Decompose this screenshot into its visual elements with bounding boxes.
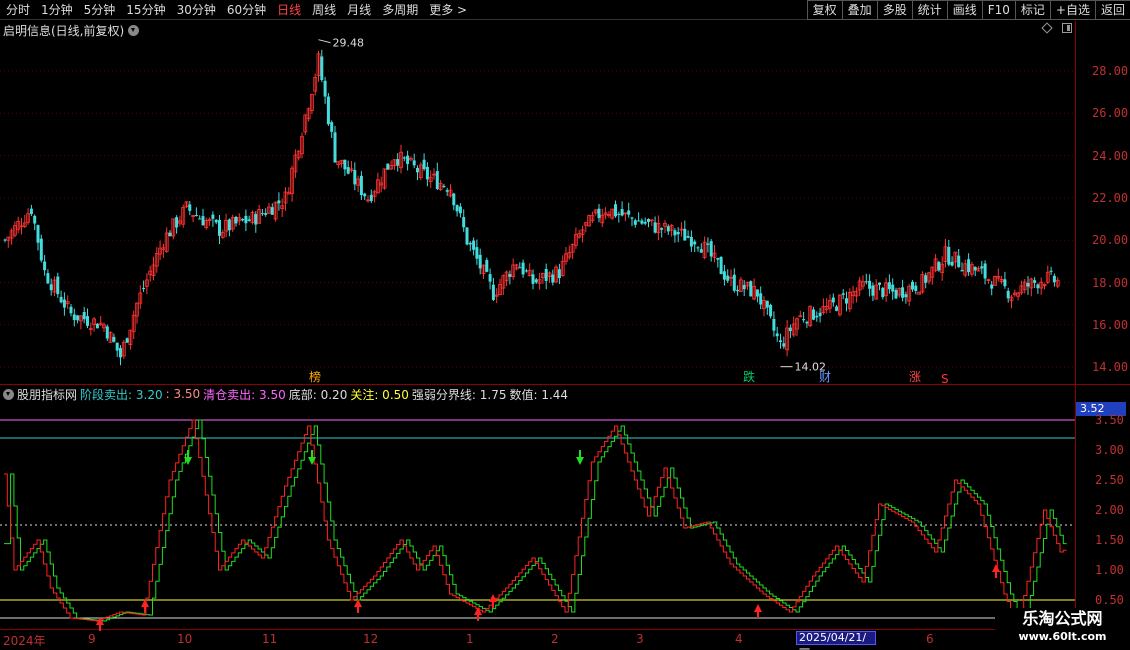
watermark-url: www.60lt.com: [1018, 630, 1107, 643]
sell-arrow-icon: [308, 450, 316, 465]
indicator-tick-label: 3.50: [1095, 413, 1124, 427]
price-tick-label: 16.00: [1092, 317, 1129, 332]
indicator-green-line: [4, 419, 1067, 625]
watermark: 乐淘公式网 www.60lt.com: [995, 608, 1130, 650]
sell-arrow-icon: [576, 450, 584, 465]
indicator-tick-label: 1.50: [1095, 533, 1124, 547]
indicator-tick-label: 3.00: [1095, 443, 1124, 457]
indicator-tick-label: 1.00: [1095, 563, 1124, 577]
buy-arrow-icon: [474, 607, 482, 621]
price-tick-label: 22.00: [1092, 190, 1129, 205]
buy-arrow-icon: [754, 604, 762, 618]
buy-arrow-icon: [992, 564, 1000, 578]
tool-button[interactable]: 返回: [1094, 0, 1130, 20]
buy-arrow-icon: [354, 599, 362, 613]
price-tick-label: 24.00: [1092, 148, 1129, 163]
indicator-red-line: [4, 419, 1067, 625]
price-tick-label: 14.00: [1092, 360, 1129, 375]
indicator-chart[interactable]: [0, 0, 1075, 650]
watermark-title: 乐淘公式网: [1022, 609, 1103, 628]
indicator-tick-label: 0.50: [1095, 593, 1124, 607]
indicator-tick-label: 2.00: [1095, 503, 1124, 517]
price-tick-label: 18.00: [1092, 275, 1129, 290]
price-tick-label: 28.00: [1092, 64, 1129, 78]
indicator-tick-label: 2.50: [1095, 473, 1124, 487]
buy-arrow-icon: [141, 599, 149, 613]
price-axis-line: [1075, 21, 1076, 629]
price-tick-label: 20.00: [1092, 233, 1129, 248]
price-tick-label: 26.00: [1092, 106, 1129, 121]
